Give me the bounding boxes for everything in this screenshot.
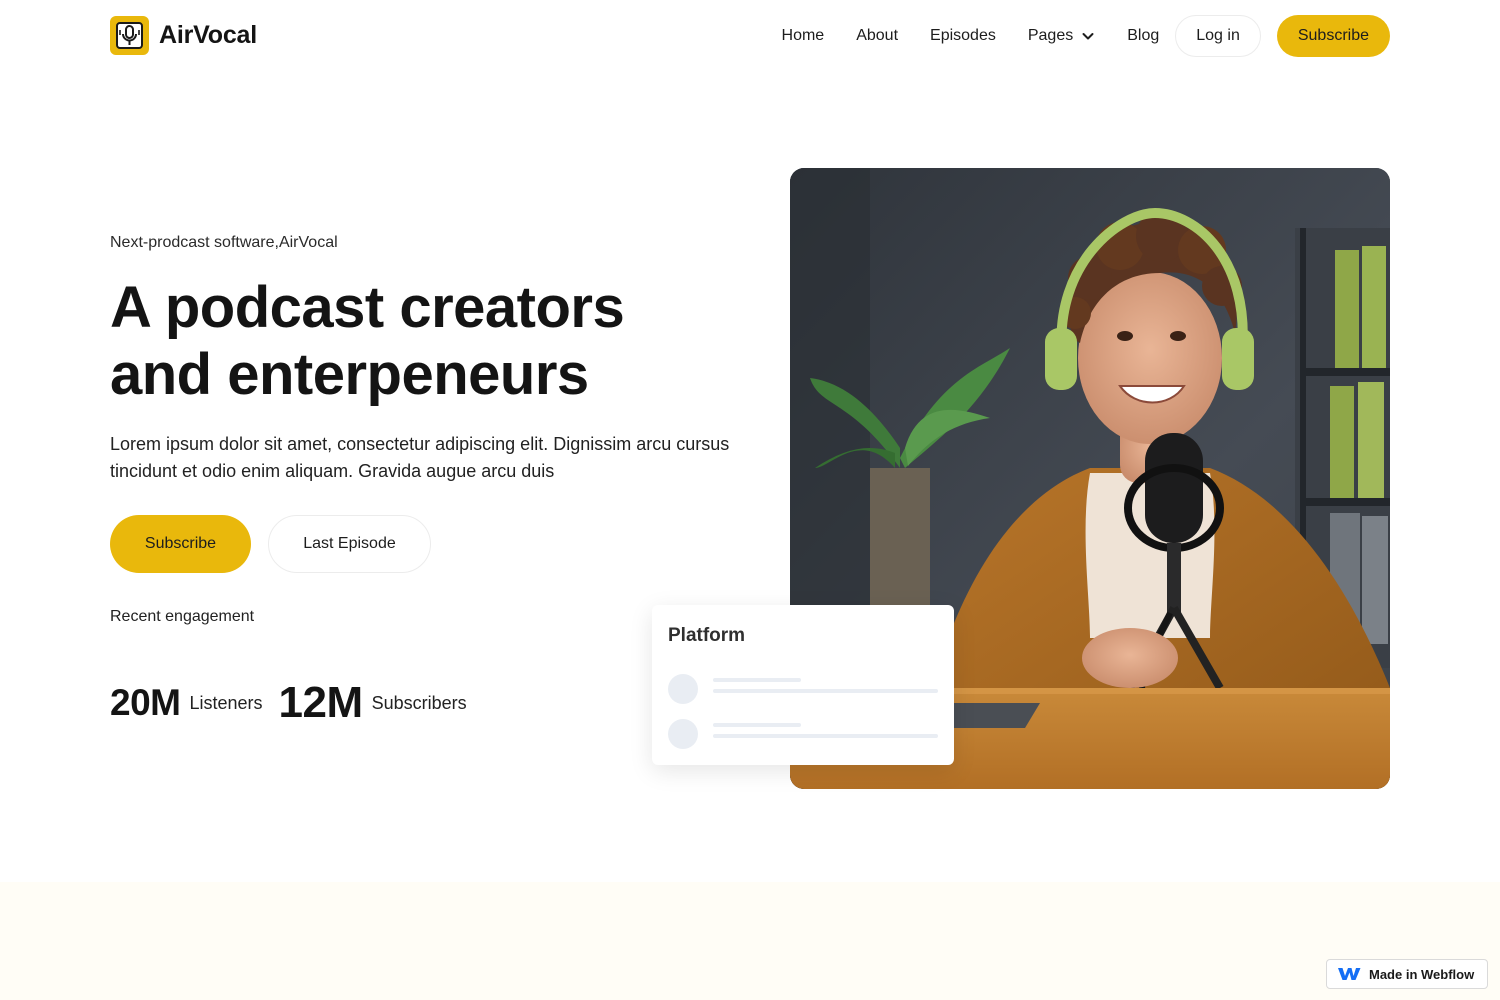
platform-avatar-placeholder	[668, 719, 698, 749]
hero-subscribe-button[interactable]: Subscribe	[110, 515, 251, 573]
listeners-label: Listeners	[189, 692, 263, 713]
made-in-webflow-label: Made in Webflow	[1369, 966, 1475, 982]
hero-title-line-1: A podcast creators	[110, 275, 625, 340]
webflow-icon	[1338, 968, 1361, 980]
nav-about[interactable]: About	[856, 27, 898, 45]
chevron-down-icon	[1082, 33, 1094, 40]
platform-line-placeholder	[713, 734, 938, 738]
platform-placeholder-row	[668, 719, 938, 749]
microphone-icon	[110, 16, 149, 55]
hero-eyebrow: Next-prodcast software,AirVocal	[110, 234, 338, 251]
last-episode-button[interactable]: Last Episode	[268, 515, 431, 573]
hero-title: A podcast creators and enterpeneurs	[110, 274, 730, 408]
platform-line-placeholder	[713, 689, 938, 693]
platform-line-placeholder	[713, 723, 801, 727]
top-navbar: AirVocal Home About Episodes Pages Blog …	[0, 0, 1500, 72]
brand-name: AirVocal	[159, 21, 257, 49]
brand-logo[interactable]: AirVocal	[110, 16, 257, 55]
hero-description: Lorem ipsum dolor sit amet, consectetur …	[110, 434, 730, 481]
subscribers-count: 12M	[278, 678, 364, 727]
nav-episodes[interactable]: Episodes	[930, 27, 996, 45]
platform-avatar-placeholder	[668, 674, 698, 704]
main-menu: Home About Episodes Pages Blog Log in Su…	[782, 15, 1390, 57]
engagement-label: Recent engagement	[110, 608, 255, 625]
nav-home[interactable]: Home	[782, 27, 825, 45]
engagement-stats: 20M Listeners 12M Subscribers	[110, 678, 483, 728]
platform-card-title: Platform	[668, 625, 746, 646]
nav-pages-dropdown[interactable]: Pages	[1028, 27, 1095, 45]
platform-line-placeholder	[713, 678, 801, 682]
listeners-count: 20M	[110, 682, 181, 723]
next-section	[0, 882, 1500, 1000]
made-in-webflow-badge[interactable]: Made in Webflow	[1326, 959, 1488, 989]
login-button[interactable]: Log in	[1175, 15, 1261, 57]
nav-pages-label: Pages	[1027, 27, 1074, 44]
platform-placeholder-row	[668, 674, 938, 704]
hero-title-line-2: and enterpeneurs	[110, 342, 589, 407]
subscribers-label: Subscribers	[371, 692, 467, 713]
hero-cta-group: Subscribe Last Episode	[110, 515, 431, 573]
platform-card: Platform	[652, 605, 954, 765]
nav-subscribe-button[interactable]: Subscribe	[1276, 15, 1390, 57]
nav-blog[interactable]: Blog	[1127, 27, 1159, 45]
